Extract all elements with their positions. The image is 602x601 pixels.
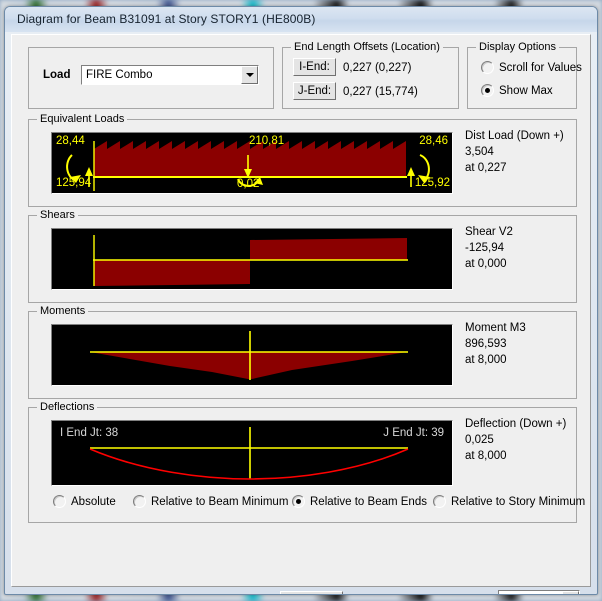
display-options-group: Display Options Scroll for Values Show M…: [467, 41, 582, 109]
shears-svg: [93, 235, 408, 286]
mid-force-value: 210,81: [249, 135, 285, 147]
window-title: Diagram for Beam B31091 at Story STORY1 …: [17, 12, 316, 26]
radio-relative-beam-ends-dot[interactable]: [292, 495, 305, 508]
units-combobox[interactable]: KN-m: [498, 590, 580, 596]
deflection-readout-title: Deflection (Down +): [465, 418, 567, 430]
radio-show-max-dot[interactable]: [481, 84, 494, 97]
display-options-legend: Display Options: [476, 41, 560, 53]
radio-relative-story-minimum-label: Relative to Story Minimum: [451, 495, 586, 508]
deflected-shape-curve: [89, 448, 409, 480]
radio-relative-beam-minimum-dot[interactable]: [133, 495, 146, 508]
shear-readout-value: -125,94: [465, 242, 505, 254]
j-end-button-label: J-End:: [297, 85, 332, 97]
moment-readout: Moment M3 896,593 at 8,000: [465, 320, 526, 368]
radio-relative-beam-minimum[interactable]: Relative to Beam Minimum: [133, 495, 288, 508]
load-combobox-dropdown-button[interactable]: [241, 66, 258, 84]
equivalent-loads-group: Equivalent Loads 28,44 125,94 210,81 0,0…: [28, 113, 577, 207]
dist-load-readout-title: Dist Load (Down +): [465, 130, 564, 142]
moments-legend: Moments: [37, 305, 89, 317]
shears-diagram[interactable]: [51, 228, 453, 290]
dialog-client-area: Load FIRE Combo End Length Offsets (Loca…: [11, 34, 591, 594]
right-end-moment-value: 28,46: [419, 135, 448, 147]
radio-scroll-for-values[interactable]: Scroll for Values: [481, 61, 582, 74]
radio-relative-story-minimum[interactable]: Relative to Story Minimum: [433, 495, 585, 508]
done-button[interactable]: Done: [280, 591, 343, 594]
load-label: Load: [43, 69, 71, 81]
moments-svg: [90, 331, 408, 380]
moments-group: Moments Moment M3 896,593 at 8,000: [28, 305, 577, 399]
i-end-button[interactable]: I-End:: [293, 58, 336, 76]
j-end-value: 0,227 (15,774): [343, 86, 418, 98]
moment-fill: [90, 352, 407, 379]
deflections-legend: Deflections: [37, 401, 98, 413]
radio-relative-beam-ends-label: Relative to Beam Ends: [310, 495, 427, 508]
load-combobox-value: FIRE Combo: [86, 69, 153, 81]
moment-readout-title: Moment M3: [465, 322, 526, 334]
moment-readout-value: 896,593: [465, 338, 507, 350]
left-reaction-value: 125,94: [56, 177, 92, 189]
right-reaction-value: 125,92: [414, 177, 450, 189]
window-title-bar[interactable]: Diagram for Beam B31091 at Story STORY1 …: [5, 7, 597, 32]
end-length-offsets-group: End Length Offsets (Location) I-End: 0,2…: [282, 41, 459, 109]
left-reaction-arrowhead: [85, 167, 93, 176]
mid-moment-value: 0,02: [237, 178, 260, 190]
left-end-moment-value: 28,44: [56, 135, 85, 147]
shear-positive-fill: [250, 238, 407, 260]
units-combobox-dropdown-button[interactable]: [562, 591, 579, 594]
shear-readout-at: at 0,000: [465, 258, 507, 270]
moments-diagram[interactable]: [51, 324, 453, 386]
equivalent-loads-diagram[interactable]: 28,44 125,94 210,81 0,02 28,46 125,92: [51, 132, 453, 194]
deflections-diagram[interactable]: I End Jt: 38 J End Jt: 39: [51, 420, 453, 486]
shear-negative-fill: [94, 260, 250, 286]
diagram-dialog-window: Diagram for Beam B31091 at Story STORY1 …: [4, 6, 598, 595]
radio-relative-beam-ends[interactable]: Relative to Beam Ends: [292, 495, 427, 508]
radio-absolute[interactable]: Absolute: [53, 495, 116, 508]
equivalent-loads-legend: Equivalent Loads: [37, 113, 128, 125]
load-selector-panel: Load FIRE Combo: [28, 47, 274, 109]
radio-absolute-dot[interactable]: [53, 495, 66, 508]
moment-readout-at: at 8,000: [465, 354, 507, 366]
dist-load-readout: Dist Load (Down +) 3,504 at 0,227: [465, 128, 564, 176]
deflections-group: Deflections I End Jt: 38 J End Jt: 39 De…: [28, 401, 585, 523]
dist-load-readout-at: at 0,227: [465, 162, 507, 174]
radio-scroll-for-values-dot[interactable]: [481, 61, 494, 74]
load-combobox[interactable]: FIRE Combo: [81, 65, 259, 85]
shear-readout-title: Shear V2: [465, 226, 513, 238]
shears-group: Shears Shear V2 -125,94 at 0,000: [28, 209, 577, 303]
deflection-readout-at: at 8,000: [465, 450, 507, 462]
radio-show-max-label: Show Max: [499, 84, 553, 97]
units-combobox-value: KN-m: [499, 595, 562, 596]
right-reaction-arrowhead: [407, 167, 415, 176]
radio-relative-beam-minimum-label: Relative to Beam Minimum: [151, 495, 289, 508]
deflection-readout-value: 0,025: [465, 434, 494, 446]
dist-load-readout-value: 3,504: [465, 146, 494, 158]
chevron-down-icon: [245, 73, 254, 77]
i-end-value: 0,227 (0,227): [343, 62, 412, 74]
end-length-offsets-legend: End Length Offsets (Location): [291, 41, 443, 53]
shears-legend: Shears: [37, 209, 78, 221]
i-end-button-label: I-End:: [299, 61, 330, 73]
radio-relative-story-minimum-dot[interactable]: [433, 495, 446, 508]
radio-scroll-for-values-label: Scroll for Values: [499, 61, 582, 74]
radio-show-max[interactable]: Show Max: [481, 84, 553, 97]
shear-readout: Shear V2 -125,94 at 0,000: [465, 224, 513, 272]
deflection-readout: Deflection (Down +) 0,025 at 8,000: [465, 416, 566, 464]
radio-absolute-label: Absolute: [71, 495, 116, 508]
i-end-joint-label: I End Jt: 38: [60, 427, 119, 439]
j-end-button[interactable]: J-End:: [293, 82, 336, 100]
j-end-joint-label: J End Jt: 39: [383, 427, 444, 439]
